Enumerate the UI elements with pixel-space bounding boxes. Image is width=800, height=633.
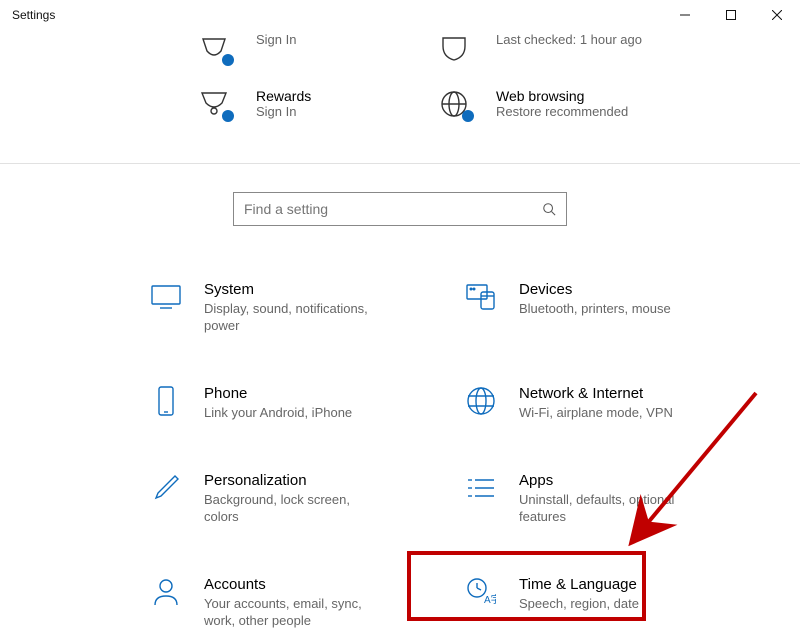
category-title: Phone <box>204 385 352 402</box>
category-title: System <box>204 281 384 298</box>
status-dot-icon <box>222 110 234 122</box>
system-icon <box>151 285 181 309</box>
category-title: Devices <box>519 281 671 298</box>
category-sub: Uninstall, defaults, optional features <box>519 491 699 526</box>
search-input[interactable] <box>244 201 542 217</box>
category-devices[interactable]: Devices Bluetooth, printers, mouse <box>465 281 745 335</box>
search-icon <box>542 202 556 216</box>
time-language-icon: A字 <box>466 577 496 607</box>
category-sub: Wi-Fi, airplane mode, VPN <box>519 404 673 422</box>
category-sub: Your accounts, email, sync, work, other … <box>204 595 384 630</box>
category-time-language[interactable]: A字 Time & Language Speech, region, date <box>465 576 745 630</box>
header-item-update[interactable]: Last checked: 1 hour ago <box>436 20 656 76</box>
category-title: Time & Language <box>519 576 639 593</box>
personalization-icon <box>151 473 181 503</box>
status-dot-icon <box>222 54 234 66</box>
category-accounts[interactable]: Accounts Your accounts, email, sync, work… <box>150 576 430 630</box>
category-phone[interactable]: Phone Link your Android, iPhone <box>150 385 430 422</box>
category-system[interactable]: System Display, sound, notifications, pow… <box>150 281 430 335</box>
window-controls <box>662 0 800 30</box>
close-button[interactable] <box>754 0 800 30</box>
category-sub: Bluetooth, printers, mouse <box>519 300 671 318</box>
devices-icon <box>466 284 496 310</box>
phone-icon <box>156 386 176 416</box>
account-status-header: Sign In Last checked: 1 hour ago Rewards… <box>0 20 800 164</box>
header-item-rewards[interactable]: Rewards Sign In <box>196 76 416 133</box>
settings-categories: System Display, sound, notifications, pow… <box>0 226 780 630</box>
minimize-button[interactable] <box>662 0 708 30</box>
header-item-sub: Sign In <box>256 104 311 121</box>
category-title: Network & Internet <box>519 385 673 402</box>
category-sub: Display, sound, notifications, power <box>204 300 384 335</box>
category-network[interactable]: Network & Internet Wi-Fi, airplane mode, … <box>465 385 745 422</box>
shield-icon <box>439 35 469 61</box>
category-sub: Background, lock screen, colors <box>204 491 384 526</box>
header-item-sub: Sign In <box>256 32 296 49</box>
category-title: Accounts <box>204 576 384 593</box>
header-item-title: Web browsing <box>496 88 628 104</box>
header-item-sub: Last checked: 1 hour ago <box>496 32 642 49</box>
header-item-signin[interactable]: Sign In <box>196 20 416 76</box>
category-title: Apps <box>519 472 699 489</box>
maximize-button[interactable] <box>708 0 754 30</box>
category-apps[interactable]: Apps Uninstall, defaults, optional featur… <box>465 472 745 526</box>
status-dot-icon <box>462 110 474 122</box>
header-item-title: Rewards <box>256 88 311 104</box>
category-sub: Link your Android, iPhone <box>204 404 352 422</box>
network-icon <box>466 386 496 416</box>
category-sub: Speech, region, date <box>519 595 639 613</box>
category-personalization[interactable]: Personalization Background, lock screen, … <box>150 472 430 526</box>
close-icon <box>772 10 782 20</box>
header-item-sub: Restore recommended <box>496 104 628 121</box>
category-title: Personalization <box>204 472 384 489</box>
accounts-icon <box>152 577 180 607</box>
maximize-icon <box>726 10 736 20</box>
window-title: Settings <box>12 8 55 22</box>
header-item-web-browsing[interactable]: Web browsing Restore recommended <box>436 76 656 133</box>
minimize-icon <box>680 10 690 20</box>
search-box[interactable] <box>233 192 567 226</box>
apps-icon <box>467 476 495 500</box>
svg-text:A字: A字 <box>484 593 496 606</box>
